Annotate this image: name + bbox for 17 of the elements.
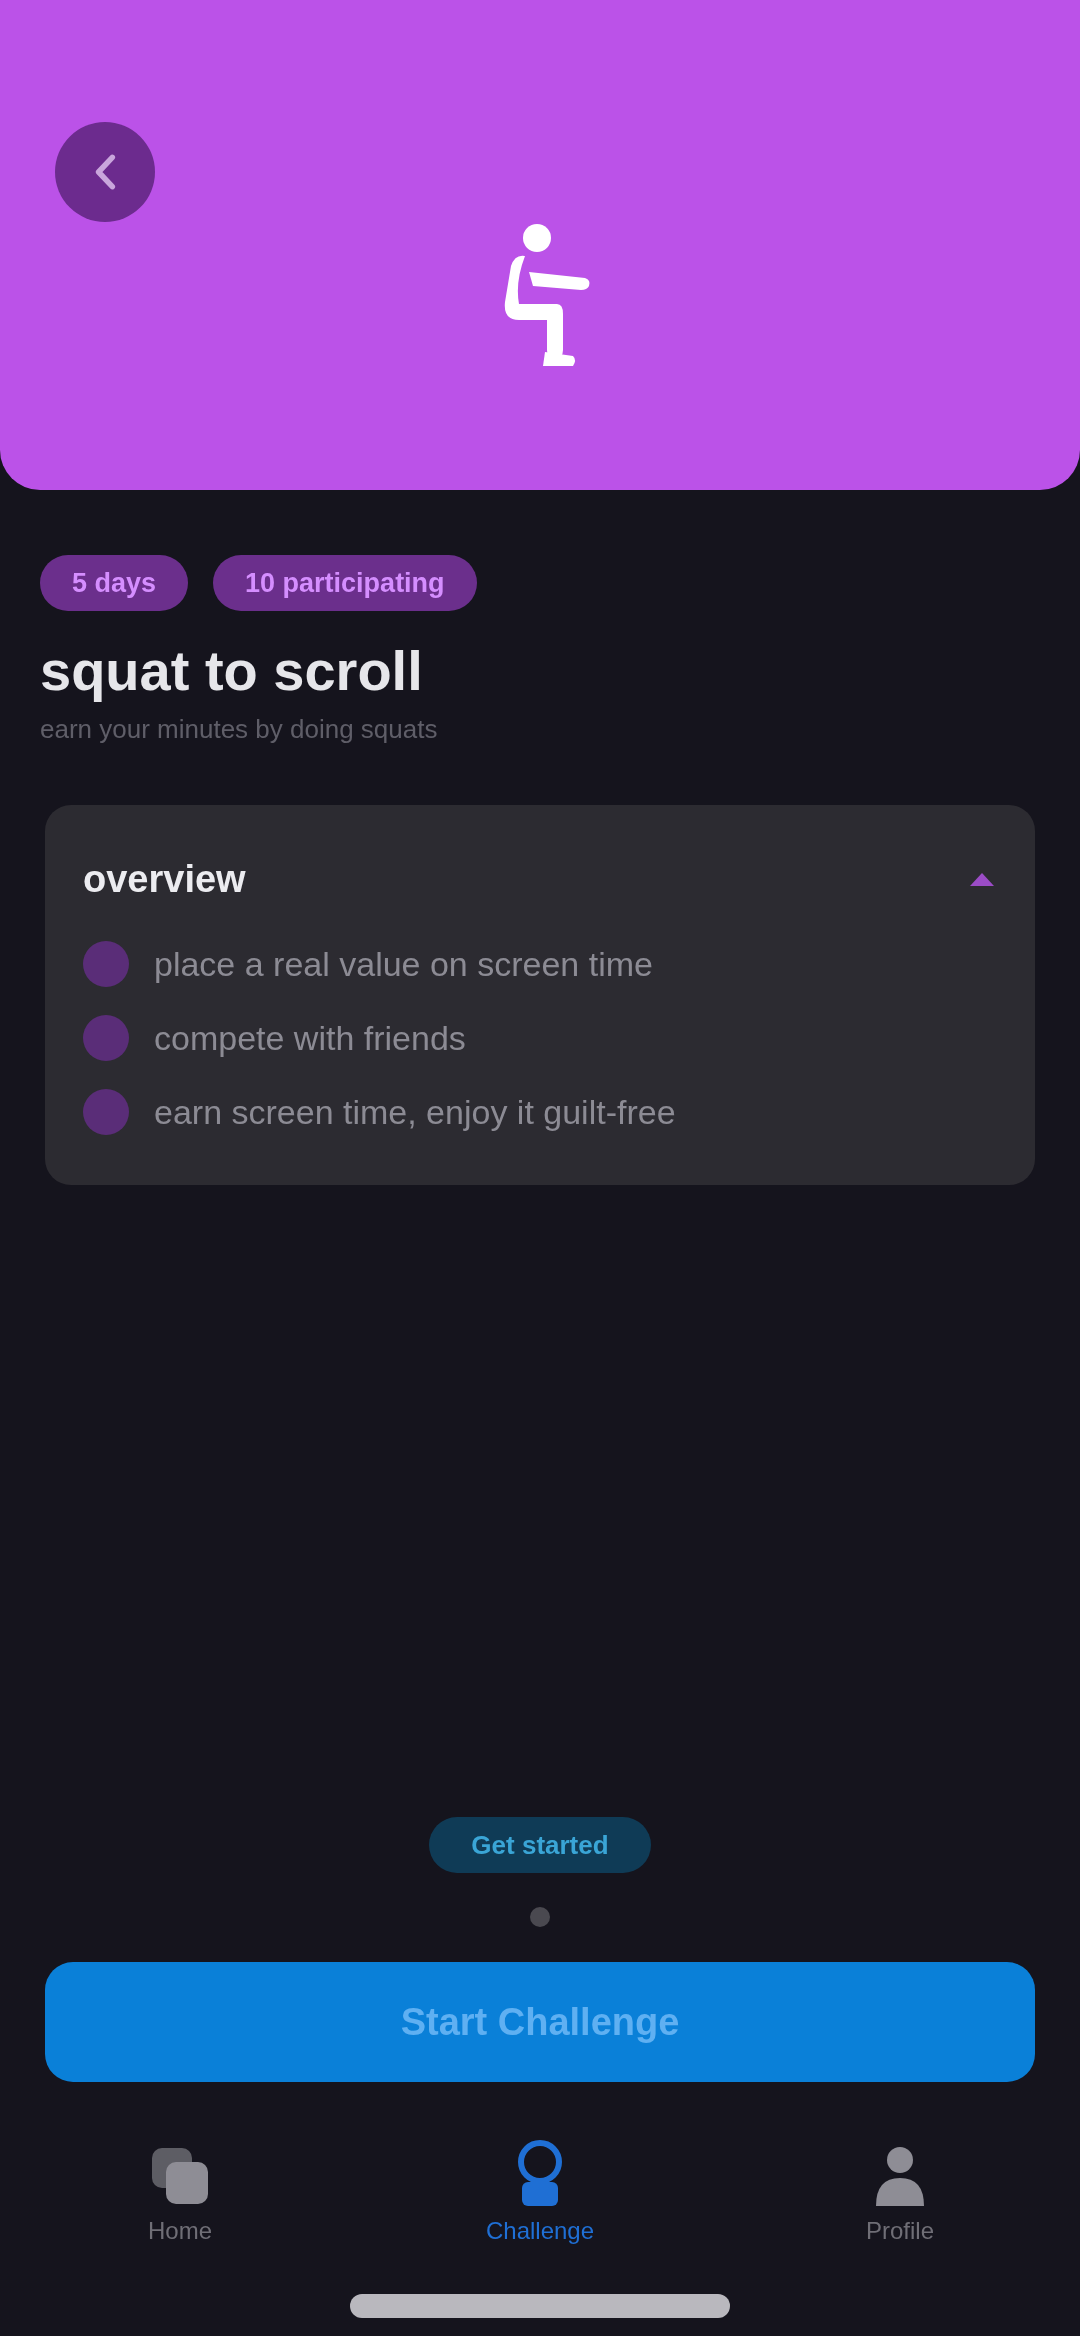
- bullet-circle-icon: [83, 941, 129, 987]
- overview-heading: overview: [83, 857, 246, 901]
- dot-icon: [530, 1907, 550, 1927]
- overview-item: compete with friends: [154, 1018, 466, 1059]
- tag-pill: 5 days: [40, 555, 189, 611]
- challenge-title: squat to scroll: [40, 639, 424, 703]
- hint-pill: Get started: [429, 1817, 651, 1873]
- bullet-circle-icon: [83, 1089, 129, 1135]
- challenge-subtitle: earn your minutes by doing squats: [40, 713, 439, 745]
- tab-bar-item[interactable]: Profile: [720, 2134, 1080, 2246]
- overview-item: earn screen time, enjoy it guilt-free: [154, 1092, 676, 1133]
- chevron-left-icon: [94, 153, 116, 191]
- bullet-circle-icon: [83, 1015, 129, 1061]
- tab-bar-item[interactable]: Challenge: [360, 2134, 720, 2246]
- overview-item: place a real value on screen time: [154, 944, 653, 985]
- tab-bar-item[interactable]: Home: [0, 2134, 360, 2246]
- tag-pill: 10 participating: [213, 555, 477, 611]
